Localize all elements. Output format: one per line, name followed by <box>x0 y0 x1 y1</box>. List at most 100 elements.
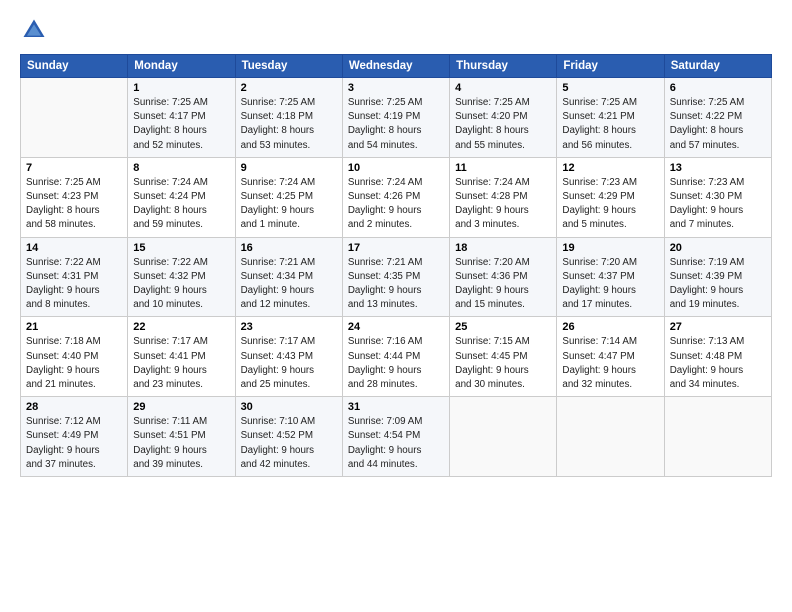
day-cell: 5Sunrise: 7:25 AMSunset: 4:21 PMDaylight… <box>557 78 664 158</box>
day-cell <box>21 78 128 158</box>
day-info: Sunrise: 7:18 AMSunset: 4:40 PMDaylight:… <box>26 335 122 392</box>
day-number: 21 <box>26 321 122 333</box>
day-cell: 26Sunrise: 7:14 AMSunset: 4:47 PMDayligh… <box>557 317 664 397</box>
day-cell: 10Sunrise: 7:24 AMSunset: 4:26 PMDayligh… <box>342 157 449 237</box>
day-info: Sunrise: 7:20 AMSunset: 4:36 PMDaylight:… <box>455 256 551 313</box>
day-number: 10 <box>348 162 444 174</box>
col-header-thursday: Thursday <box>450 55 557 78</box>
day-info: Sunrise: 7:24 AMSunset: 4:24 PMDaylight:… <box>133 176 229 233</box>
day-info: Sunrise: 7:13 AMSunset: 4:48 PMDaylight:… <box>670 335 766 392</box>
day-info: Sunrise: 7:25 AMSunset: 4:23 PMDaylight:… <box>26 176 122 233</box>
header <box>20 16 772 44</box>
day-number: 2 <box>241 82 337 94</box>
day-cell: 28 Sunrise: 7:12 AMSunset: 4:49 PMDayligh… <box>21 397 128 477</box>
day-cell: 18 Sunrise: 7:20 AMSunset: 4:36 PMDayligh… <box>450 237 557 317</box>
day-number: 4 <box>455 82 551 94</box>
day-number: 27 <box>670 321 766 333</box>
day-cell: 7 Sunrise: 7:25 AMSunset: 4:23 PMDaylight… <box>21 157 128 237</box>
day-number: 20 <box>670 242 766 254</box>
day-cell: 3 Sunrise: 7:25 AMSunset: 4:19 PMDaylight… <box>342 78 449 158</box>
day-number: 24 <box>348 321 444 333</box>
day-info: Sunrise: 7:22 AMSunset: 4:31 PMDaylight:… <box>26 256 122 313</box>
day-cell: 4 Sunrise: 7:25 AMSunset: 4:20 PMDaylight… <box>450 78 557 158</box>
day-info: Sunrise: 7:24 AMSunset: 4:28 PMDaylight:… <box>455 176 551 233</box>
day-number: 22 <box>133 321 229 333</box>
day-cell <box>557 397 664 477</box>
day-number: 5 <box>562 82 658 94</box>
day-number: 3 <box>348 82 444 94</box>
day-number: 11 <box>455 162 551 174</box>
col-header-saturday: Saturday <box>664 55 771 78</box>
day-number: 30 <box>241 401 337 413</box>
day-cell <box>450 397 557 477</box>
day-number: 19 <box>562 242 658 254</box>
day-number: 29 <box>133 401 229 413</box>
week-row-1: 7 Sunrise: 7:25 AMSunset: 4:23 PMDaylight… <box>21 157 772 237</box>
week-row-2: 14 Sunrise: 7:22 AMSunset: 4:31 PMDayligh… <box>21 237 772 317</box>
week-row-4: 28 Sunrise: 7:12 AMSunset: 4:49 PMDayligh… <box>21 397 772 477</box>
day-number: 18 <box>455 242 551 254</box>
day-cell: 15 Sunrise: 7:22 AMSunset: 4:32 PMDayligh… <box>128 237 235 317</box>
day-info: Sunrise: 7:21 AMSunset: 4:34 PMDaylight:… <box>241 256 337 313</box>
col-header-tuesday: Tuesday <box>235 55 342 78</box>
day-number: 8 <box>133 162 229 174</box>
day-info: Sunrise: 7:17 AMSunset: 4:41 PMDaylight:… <box>133 335 229 392</box>
day-info: Sunrise: 7:09 AMSunset: 4:54 PMDaylight:… <box>348 415 444 472</box>
day-number: 6 <box>670 82 766 94</box>
day-cell <box>664 397 771 477</box>
calendar-table: SundayMondayTuesdayWednesdayThursdayFrid… <box>20 54 772 477</box>
day-cell: 27 Sunrise: 7:13 AMSunset: 4:48 PMDayligh… <box>664 317 771 397</box>
day-number: 15 <box>133 242 229 254</box>
page: SundayMondayTuesdayWednesdayThursdayFrid… <box>0 0 792 612</box>
day-cell: 2 Sunrise: 7:25 AMSunset: 4:18 PMDaylight… <box>235 78 342 158</box>
day-cell: 1Sunrise: 7:25 AMSunset: 4:17 PMDaylight… <box>128 78 235 158</box>
day-cell: 23 Sunrise: 7:17 AMSunset: 4:43 PMDayligh… <box>235 317 342 397</box>
week-row-3: 21 Sunrise: 7:18 AMSunset: 4:40 PMDayligh… <box>21 317 772 397</box>
day-info: Sunrise: 7:25 AMSunset: 4:19 PMDaylight:… <box>348 96 444 153</box>
day-number: 9 <box>241 162 337 174</box>
week-row-0: 1Sunrise: 7:25 AMSunset: 4:17 PMDaylight… <box>21 78 772 158</box>
day-number: 28 <box>26 401 122 413</box>
day-cell: 19Sunrise: 7:20 AMSunset: 4:37 PMDayligh… <box>557 237 664 317</box>
day-cell: 8 Sunrise: 7:24 AMSunset: 4:24 PMDaylight… <box>128 157 235 237</box>
day-number: 23 <box>241 321 337 333</box>
day-number: 13 <box>670 162 766 174</box>
day-cell: 16 Sunrise: 7:21 AMSunset: 4:34 PMDayligh… <box>235 237 342 317</box>
day-info: Sunrise: 7:25 AMSunset: 4:20 PMDaylight:… <box>455 96 551 153</box>
logo <box>20 16 52 44</box>
day-info: Sunrise: 7:24 AMSunset: 4:25 PMDaylight:… <box>241 176 337 233</box>
day-info: Sunrise: 7:17 AMSunset: 4:43 PMDaylight:… <box>241 335 337 392</box>
day-cell: 25 Sunrise: 7:15 AMSunset: 4:45 PMDayligh… <box>450 317 557 397</box>
day-info: Sunrise: 7:25 AMSunset: 4:18 PMDaylight:… <box>241 96 337 153</box>
logo-icon <box>20 16 48 44</box>
day-cell: 11 Sunrise: 7:24 AMSunset: 4:28 PMDayligh… <box>450 157 557 237</box>
day-info: Sunrise: 7:22 AMSunset: 4:32 PMDaylight:… <box>133 256 229 313</box>
day-cell: 9 Sunrise: 7:24 AMSunset: 4:25 PMDaylight… <box>235 157 342 237</box>
day-number: 7 <box>26 162 122 174</box>
day-cell: 29 Sunrise: 7:11 AMSunset: 4:51 PMDayligh… <box>128 397 235 477</box>
day-cell: 31 Sunrise: 7:09 AMSunset: 4:54 PMDayligh… <box>342 397 449 477</box>
day-number: 12 <box>562 162 658 174</box>
day-number: 16 <box>241 242 337 254</box>
day-info: Sunrise: 7:12 AMSunset: 4:49 PMDaylight:… <box>26 415 122 472</box>
day-number: 14 <box>26 242 122 254</box>
day-info: Sunrise: 7:25 AMSunset: 4:17 PMDaylight:… <box>133 96 229 153</box>
day-info: Sunrise: 7:23 AMSunset: 4:30 PMDaylight:… <box>670 176 766 233</box>
col-header-friday: Friday <box>557 55 664 78</box>
day-info: Sunrise: 7:25 AMSunset: 4:22 PMDaylight:… <box>670 96 766 153</box>
day-number: 25 <box>455 321 551 333</box>
calendar-header-row: SundayMondayTuesdayWednesdayThursdayFrid… <box>21 55 772 78</box>
day-number: 26 <box>562 321 658 333</box>
day-cell: 6 Sunrise: 7:25 AMSunset: 4:22 PMDaylight… <box>664 78 771 158</box>
day-info: Sunrise: 7:11 AMSunset: 4:51 PMDaylight:… <box>133 415 229 472</box>
day-info: Sunrise: 7:15 AMSunset: 4:45 PMDaylight:… <box>455 335 551 392</box>
day-info: Sunrise: 7:16 AMSunset: 4:44 PMDaylight:… <box>348 335 444 392</box>
col-header-sunday: Sunday <box>21 55 128 78</box>
day-number: 31 <box>348 401 444 413</box>
day-number: 17 <box>348 242 444 254</box>
day-info: Sunrise: 7:23 AMSunset: 4:29 PMDaylight:… <box>562 176 658 233</box>
day-cell: 17Sunrise: 7:21 AMSunset: 4:35 PMDayligh… <box>342 237 449 317</box>
day-info: Sunrise: 7:10 AMSunset: 4:52 PMDaylight:… <box>241 415 337 472</box>
day-cell: 30 Sunrise: 7:10 AMSunset: 4:52 PMDayligh… <box>235 397 342 477</box>
day-info: Sunrise: 7:19 AMSunset: 4:39 PMDaylight:… <box>670 256 766 313</box>
